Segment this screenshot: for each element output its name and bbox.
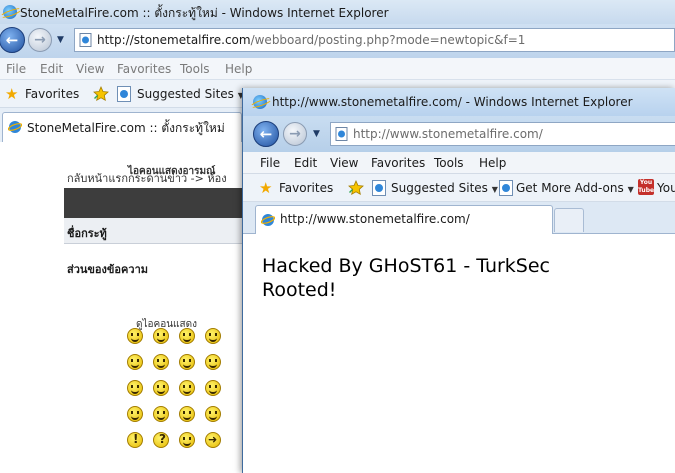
menu-help[interactable]: Help — [479, 156, 506, 170]
ie-logo-icon — [253, 95, 267, 109]
ie-logo-icon — [3, 5, 17, 19]
ie-page-icon — [8, 121, 22, 133]
front-address-bar[interactable]: http://www.stonemetalfire.com/ — [330, 122, 675, 146]
menu-view[interactable]: View — [76, 62, 104, 76]
menu-view[interactable]: View — [330, 156, 358, 170]
menu-edit[interactable]: Edit — [40, 62, 63, 76]
get-more-addons-button[interactable]: Get More Add-ons ▼ — [516, 181, 634, 195]
menu-file[interactable]: File — [6, 62, 26, 76]
smilie-surprised-icon[interactable] — [205, 328, 221, 344]
suggested-sites-button[interactable]: Suggested Sites ▼ — [391, 181, 498, 195]
smilie-cry-icon[interactable] — [205, 380, 221, 396]
smilie-question-icon[interactable] — [153, 432, 169, 448]
more-smilies-link[interactable]: ดูไอคอนแสดง — [136, 317, 197, 332]
ie-page-icon — [261, 214, 275, 226]
back-address-bar[interactable]: http://stonemetalfire.com/webboard/posti… — [74, 28, 675, 52]
smilie-exclaim-icon[interactable] — [127, 432, 143, 448]
favorites-star-icon: ★ — [259, 179, 273, 197]
front-window-titlebar[interactable]: http://www.stonemetalfire.com/ - Windows… — [243, 88, 675, 116]
smilie-cool-icon[interactable] — [179, 354, 195, 370]
front-menu-bar: File Edit View Favorites Tools Help — [243, 152, 675, 174]
menu-favorites[interactable]: Favorites — [371, 156, 425, 170]
smilie-evil-icon[interactable] — [127, 406, 143, 422]
smilie-razz-icon[interactable] — [153, 380, 169, 396]
add-favorite-icon[interactable] — [92, 85, 110, 103]
favorites-button[interactable]: Favorites — [25, 87, 79, 101]
add-ons-icon — [499, 180, 513, 196]
back-navigation-bar: ← → ▼ http://stonemetalfire.com/webboard… — [0, 24, 675, 58]
back-window-titlebar[interactable]: StoneMetalFire.com :: ตั้งกระทู้ใหม่ - W… — [0, 0, 675, 24]
youtube-link[interactable]: You — [657, 181, 675, 195]
suggested-sites-icon — [117, 86, 131, 102]
form-header-bar — [64, 188, 264, 218]
front-page-content: Hacked By GHoST61 - TurkSec Rooted! — [243, 234, 675, 473]
history-dropdown-icon[interactable]: ▼ — [57, 35, 64, 45]
smilie-arrow-icon[interactable] — [205, 432, 221, 448]
front-tab-strip: http://www.stonemetalfire.com/ — [243, 202, 675, 234]
page-icon — [79, 33, 92, 47]
favorites-star-icon: ★ — [5, 85, 19, 103]
smilies-title: ไอคอนแสดงอารมณ์ — [128, 166, 216, 177]
menu-favorites[interactable]: Favorites — [117, 62, 171, 76]
smilie-lol-icon[interactable] — [205, 354, 221, 370]
menu-tools[interactable]: Tools — [180, 62, 210, 76]
back-address-text: http://stonemetalfire.com/webboard/posti… — [97, 33, 526, 47]
menu-tools[interactable]: Tools — [434, 156, 464, 170]
smilie-rolleyes-icon[interactable] — [179, 406, 195, 422]
back-window-title: StoneMetalFire.com :: ตั้งกระทู้ใหม่ - W… — [20, 6, 389, 20]
back-menu-bar: File Edit View Favorites Tools Help — [0, 58, 675, 80]
front-favorites-bar: ★ Favorites Suggested Sites ▼ Get More A… — [243, 174, 675, 202]
smilie-confused-icon[interactable] — [153, 354, 169, 370]
favorites-button[interactable]: Favorites — [279, 181, 333, 195]
front-tab-label: http://www.stonemetalfire.com/ — [280, 212, 470, 226]
smilie-mad-icon[interactable] — [127, 380, 143, 396]
defacement-line-1: Hacked By GHoST61 - TurkSec — [262, 255, 550, 277]
defacement-message: Hacked By GHoST61 - TurkSec Rooted! — [262, 254, 550, 302]
forward-button[interactable]: → — [28, 28, 52, 52]
youtube-icon: You Tube — [638, 179, 655, 195]
message-label: ส่วนของข้อความ — [67, 263, 148, 276]
back-tab[interactable]: StoneMetalFire.com :: ตั้งกระทู้ใหม่ — [2, 112, 242, 142]
suggested-sites-icon — [372, 180, 386, 196]
subject-label: ชื่อกระทู้ — [67, 227, 107, 240]
forward-button[interactable]: → — [283, 122, 307, 146]
front-tab[interactable]: http://www.stonemetalfire.com/ — [255, 205, 553, 234]
smilie-redface-icon[interactable] — [179, 380, 195, 396]
back-button[interactable]: ← — [0, 27, 25, 53]
menu-help[interactable]: Help — [225, 62, 252, 76]
smilie-idea-icon[interactable] — [179, 432, 195, 448]
history-dropdown-icon[interactable]: ▼ — [313, 129, 320, 139]
front-address-text: http://www.stonemetalfire.com/ — [353, 127, 543, 141]
smilie-twisted-icon[interactable] — [153, 406, 169, 422]
subject-row: ชื่อกระทู้ — [64, 218, 264, 244]
front-navigation-bar: ← → ▼ http://www.stonemetalfire.com/ — [243, 116, 675, 152]
suggested-sites-button[interactable]: Suggested Sites ▼ — [137, 87, 244, 101]
add-favorite-icon[interactable] — [347, 179, 365, 197]
front-browser-window: http://www.stonemetalfire.com/ - Windows… — [242, 88, 675, 473]
front-window-title: http://www.stonemetalfire.com/ - Windows… — [272, 95, 633, 109]
defacement-line-2: Rooted! — [262, 279, 337, 301]
new-tab-button[interactable] — [554, 208, 584, 232]
back-button[interactable]: ← — [253, 121, 279, 147]
menu-file[interactable]: File — [260, 156, 280, 170]
smilie-eek-icon[interactable] — [127, 354, 143, 370]
menu-edit[interactable]: Edit — [294, 156, 317, 170]
smilie-wink-icon[interactable] — [205, 406, 221, 422]
page-icon — [335, 127, 348, 141]
back-tab-label: StoneMetalFire.com :: ตั้งกระทู้ใหม่ — [27, 121, 225, 135]
